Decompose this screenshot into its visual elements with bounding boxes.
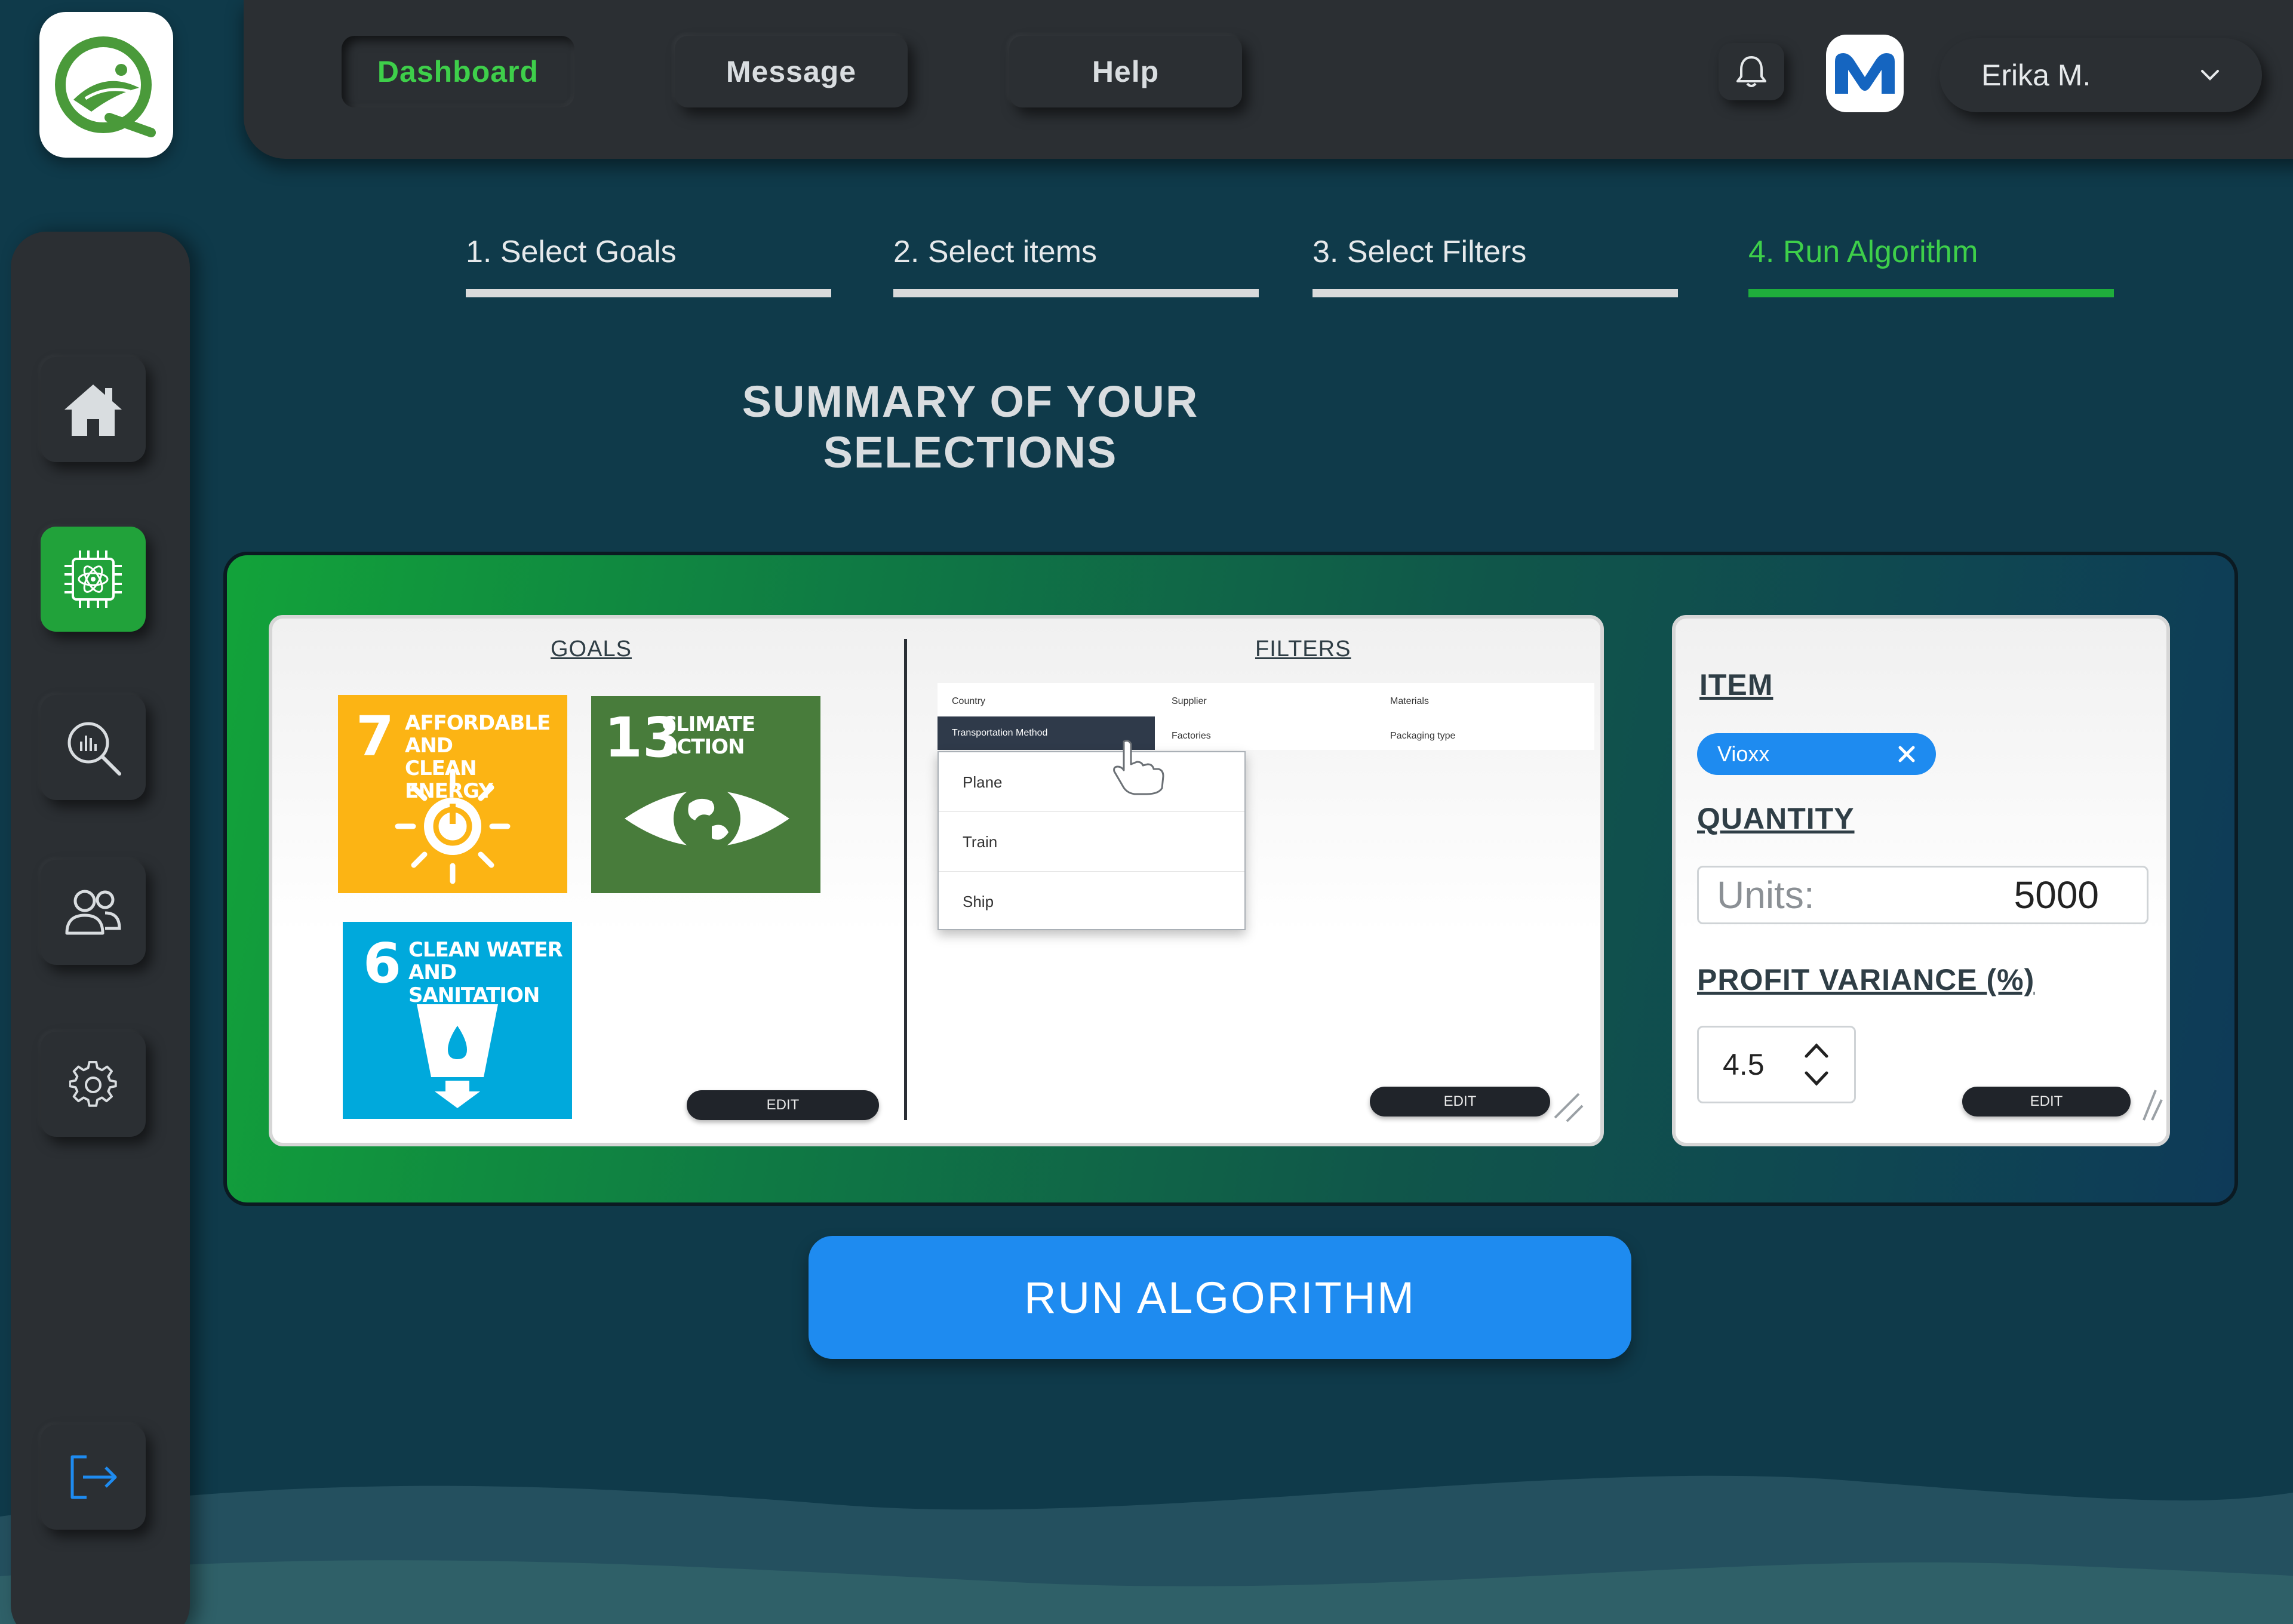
company-m-logo-icon xyxy=(1835,53,1895,94)
dropdown-option-plane[interactable]: Plane xyxy=(939,752,1244,812)
profit-variance-value: 4.5 xyxy=(1723,1048,1765,1081)
step-select-items[interactable]: 2. Select items xyxy=(893,228,1259,297)
bell-icon xyxy=(1736,56,1766,87)
profit-variance-title: PROFIT VARIANCE (%) xyxy=(1697,963,2035,996)
step-progress-bar xyxy=(1313,289,1678,297)
step-select-goals[interactable]: 1. Select Goals xyxy=(466,228,831,297)
section-divider xyxy=(904,639,907,1120)
sdg-goal-6: 6 CLEAN WATER AND SANITATION xyxy=(343,922,572,1119)
filter-column-supplier[interactable]: Supplier xyxy=(1172,696,1207,707)
step-label: 4. Run Algorithm xyxy=(1748,235,1978,269)
step-progress-bar xyxy=(466,289,831,297)
dropdown-option-ship[interactable]: Ship xyxy=(939,872,1244,931)
step-label: 2. Select items xyxy=(893,235,1098,269)
units-value: 5000 xyxy=(2014,873,2099,916)
nav-message[interactable]: Message xyxy=(675,36,908,107)
item-title: ITEM xyxy=(1699,668,1773,702)
step-label: 1. Select Goals xyxy=(466,235,677,269)
step-progress-bar xyxy=(893,289,1259,297)
filter-column-country[interactable]: Country xyxy=(952,696,985,707)
user-name: Erika M. xyxy=(1981,59,2091,92)
stepper-arrows-icon[interactable] xyxy=(1803,1039,1830,1090)
resize-handle-icon[interactable] xyxy=(1549,1088,1585,1124)
hand-pointer-icon xyxy=(1113,740,1164,795)
step-run-algorithm[interactable]: 4. Run Algorithm xyxy=(1748,228,2114,297)
step-progress-bar xyxy=(1748,289,2114,297)
users-icon xyxy=(65,890,121,935)
logout-button[interactable] xyxy=(41,1425,146,1530)
sidebar-item-home[interactable] xyxy=(41,357,146,462)
search-chart-icon xyxy=(67,722,121,776)
quantity-input[interactable]: Units: 5000 xyxy=(1697,866,2148,924)
filter-column-factories[interactable]: Factories xyxy=(1172,731,1211,742)
logout-icon xyxy=(70,1455,117,1499)
app-logo[interactable] xyxy=(39,12,173,158)
notifications-button[interactable] xyxy=(1719,43,1784,100)
profit-variance-stepper[interactable]: 4.5 xyxy=(1697,1026,1856,1103)
edit-goals-button[interactable]: EDIT xyxy=(687,1090,879,1120)
goals-title: GOALS xyxy=(551,636,632,662)
user-menu-dropdown[interactable]: Erika M. xyxy=(1939,38,2262,112)
eye-earth-icon xyxy=(625,785,789,852)
leaf-logo-icon xyxy=(55,36,156,137)
sidebar-item-users[interactable] xyxy=(41,860,146,965)
transport-method-dropdown: Plane Train Ship xyxy=(938,751,1246,930)
goals-filters-card: GOALS 7 AFFORDABLE AND CLEAN ENERGY 13 CL… xyxy=(269,615,1604,1146)
quantity-title: QUANTITY xyxy=(1697,802,1855,835)
sdg-goal-7: 7 AFFORDABLE AND CLEAN ENERGY xyxy=(338,695,567,893)
item-chip-label: Vioxx xyxy=(1717,742,1770,766)
sidebar-item-settings[interactable] xyxy=(41,1032,146,1137)
home-icon xyxy=(64,385,122,436)
nav-help[interactable]: Help xyxy=(1009,36,1242,107)
dropdown-option-train[interactable]: Train xyxy=(939,812,1244,872)
sdg-number: 6 xyxy=(363,931,402,995)
edit-filters-button[interactable]: EDIT xyxy=(1370,1087,1550,1116)
avatar[interactable] xyxy=(1826,35,1904,112)
sun-power-icon xyxy=(395,768,511,884)
sdg-number: 7 xyxy=(356,705,395,768)
units-label: Units: xyxy=(1717,873,1815,916)
filters-table: Country Supplier Materials Transportatio… xyxy=(938,683,1594,750)
step-label: 3. Select Filters xyxy=(1313,235,1527,269)
sidebar xyxy=(11,232,190,1624)
sdg-title: CLEAN WATER AND SANITATION xyxy=(408,938,563,1007)
run-algorithm-button[interactable]: RUN ALGORITHM xyxy=(809,1236,1631,1359)
filter-column-packaging[interactable]: Packaging type xyxy=(1390,731,1455,742)
filter-column-materials[interactable]: Materials xyxy=(1390,696,1429,707)
page-title: SUMMARY OF YOUR SELECTIONS xyxy=(742,377,1199,477)
gear-icon xyxy=(69,1060,117,1107)
edit-item-button[interactable]: EDIT xyxy=(1962,1087,2131,1116)
step-select-filters[interactable]: 3. Select Filters xyxy=(1313,228,1678,297)
nav-dashboard[interactable]: Dashboard xyxy=(342,36,574,107)
item-card: ITEM Vioxx QUANTITY Units: 5000 PROFIT V… xyxy=(1672,615,2170,1146)
close-icon[interactable] xyxy=(1898,745,1916,763)
sdg-goal-13: 13 CLIMATE ACTION xyxy=(591,696,820,893)
summary-panel: GOALS 7 AFFORDABLE AND CLEAN ENERGY 13 CL… xyxy=(223,552,2238,1206)
chip-atom-icon xyxy=(64,550,122,608)
item-chip[interactable]: Vioxx xyxy=(1697,733,1936,775)
sdg-title: CLIMATE ACTION xyxy=(662,712,755,759)
top-bar: Dashboard Message Help Erika M. xyxy=(244,0,2293,159)
chevron-down-icon xyxy=(2201,70,2219,81)
sidebar-item-algorithm[interactable] xyxy=(41,527,146,632)
sidebar-item-analytics[interactable] xyxy=(41,695,146,800)
resize-handle-icon[interactable] xyxy=(2138,1087,2168,1122)
water-glass-icon xyxy=(417,1004,498,1108)
filters-title: FILTERS xyxy=(1255,636,1351,662)
